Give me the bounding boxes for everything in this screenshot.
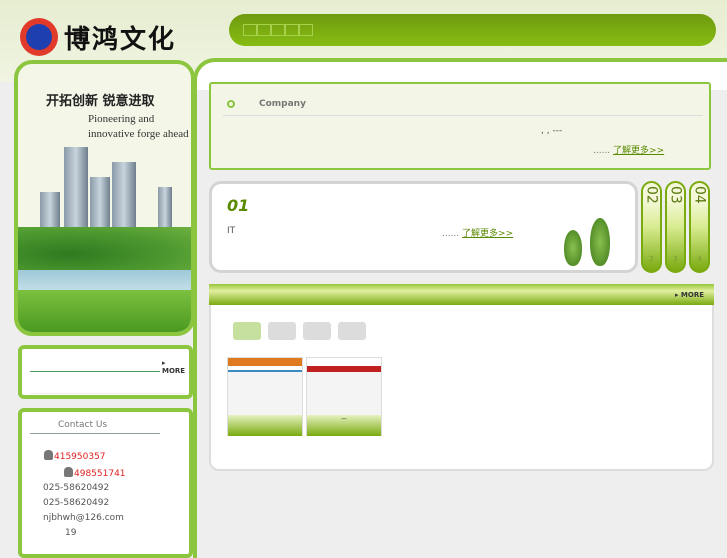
slogan-en-line: innovative forge ahead [88, 128, 189, 140]
fax: 025-58620492 [43, 498, 110, 508]
tree-icon [590, 218, 610, 266]
tab-label: 02 [643, 186, 660, 204]
more-link[interactable]: ▸ MORE [675, 291, 704, 299]
contact-box: Contact Us 415950357 498551741 025-58620… [18, 408, 193, 558]
bullet-icon [227, 100, 235, 108]
product-tab[interactable] [268, 322, 296, 340]
qq-contact[interactable]: 415950357 [44, 450, 106, 462]
tab-04[interactable]: 04 4 [689, 181, 710, 273]
nav-item[interactable] [243, 24, 257, 36]
qq-number: 415950357 [54, 452, 106, 462]
tab-label: 03 [667, 186, 684, 204]
thumb-caption: -- [307, 415, 381, 436]
product-thumbnail[interactable]: -- [306, 357, 382, 436]
contact-title: Contact Us [58, 420, 108, 430]
more-label: MORE [680, 291, 704, 299]
tab-panel-01: 01 IT ...... 了解更多>> [209, 181, 638, 273]
company-text: , , --- [541, 126, 563, 136]
banner-frame: 开拓创新 锐意进取 Pioneering and innovative forge… [14, 60, 195, 336]
products-header: ▸ MORE [209, 284, 714, 305]
tab-number: 01 [227, 196, 250, 215]
slogan-cn: 开拓创新 锐意进取 [46, 94, 155, 109]
logo-icon [20, 18, 58, 56]
nav-item[interactable] [285, 24, 299, 36]
product-thumbnail[interactable] [227, 357, 303, 436]
more-link[interactable]: ▸ MORE [162, 359, 189, 375]
qq-number: 498551741 [74, 469, 126, 479]
product-tab[interactable] [303, 322, 331, 340]
nav-item[interactable] [271, 24, 285, 36]
logo-text: 博鸿文化 [64, 24, 177, 55]
section-title: Company [259, 99, 306, 109]
divider [223, 115, 703, 116]
ellipsis: ...... [442, 229, 460, 239]
slogan-en-line: Pioneering and [88, 113, 155, 125]
nav-item[interactable] [257, 24, 271, 36]
more-label: MORE [162, 367, 186, 375]
address: 19 [65, 528, 77, 538]
tab-text: IT [227, 226, 236, 236]
water [18, 270, 191, 292]
learn-more-link[interactable]: 了解更多>> [462, 229, 513, 239]
product-tab[interactable] [233, 322, 261, 340]
company-section: Company , , --- ...... 了解更多>> [209, 82, 711, 170]
email: njbhwh@126.com [43, 513, 124, 523]
news-box: ▸ MORE [18, 345, 193, 399]
grass [18, 290, 191, 332]
more-row: ...... 了解更多>> [442, 226, 513, 239]
tab-index: 2 [649, 255, 654, 263]
ellipsis: ...... [593, 146, 611, 156]
phone: 025-58620492 [43, 483, 110, 493]
tab-03[interactable]: 03 3 [665, 181, 686, 273]
product-tab[interactable] [338, 322, 366, 340]
website-screenshot [307, 358, 381, 415]
tab-index: 3 [673, 255, 678, 263]
qq-icon [44, 450, 53, 460]
divider [30, 393, 185, 394]
thumb-caption [228, 415, 302, 436]
slogan-en: Pioneering and innovative forge ahead [88, 112, 189, 142]
qq-contact[interactable]: 498551741 [64, 467, 126, 479]
tab-label: 04 [691, 186, 708, 204]
tab-02[interactable]: 02 2 [641, 181, 662, 273]
tree-icon [564, 230, 582, 266]
more-row: ...... 了解更多>> [593, 143, 664, 156]
tree-line [18, 227, 191, 272]
main-nav [229, 14, 716, 46]
learn-more-link[interactable]: 了解更多>> [613, 146, 664, 156]
divider [30, 371, 160, 372]
tab-index: 4 [697, 255, 702, 263]
logo[interactable]: 博鸿文化 [20, 18, 200, 56]
divider [30, 433, 160, 434]
website-screenshot [228, 358, 302, 415]
nav-item[interactable] [299, 24, 313, 36]
qq-icon [64, 467, 73, 477]
